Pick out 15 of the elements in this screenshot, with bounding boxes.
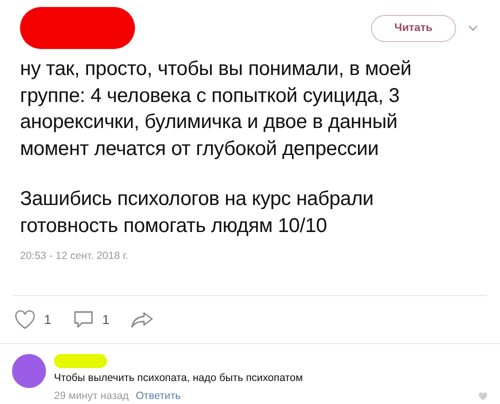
- name-redaction: [54, 354, 107, 368]
- avatar[interactable]: [12, 354, 46, 388]
- reply-link[interactable]: Ответить: [136, 388, 181, 404]
- follow-button[interactable]: Читать: [371, 14, 456, 42]
- comment-text: Чтобы вылечить психопата, надо быть психопатом: [54, 371, 304, 386]
- post-timestamp: 20:53 - 12 сент. 2018 г.: [20, 249, 128, 264]
- chevron-down-icon[interactable]: [468, 25, 478, 31]
- post-text: ну так, просто, чтобы вы понимали, в моей группе: 4 человека с попыткой суицида, 3 анорексички, булимичка и двое в данный момент лечатся от глубокой депрессии: [20, 57, 412, 162]
- heart-icon[interactable]: [14, 310, 36, 330]
- comment-time: 29 минут назад: [54, 388, 129, 404]
- share-icon[interactable]: [131, 312, 154, 328]
- comment-icon[interactable]: [73, 310, 94, 330]
- post-text: Зашибись психологов на курс набрали готовность помогать людям 10/10: [20, 187, 375, 238]
- like-count: 1: [44, 310, 52, 329]
- comment-count: 1: [102, 310, 110, 329]
